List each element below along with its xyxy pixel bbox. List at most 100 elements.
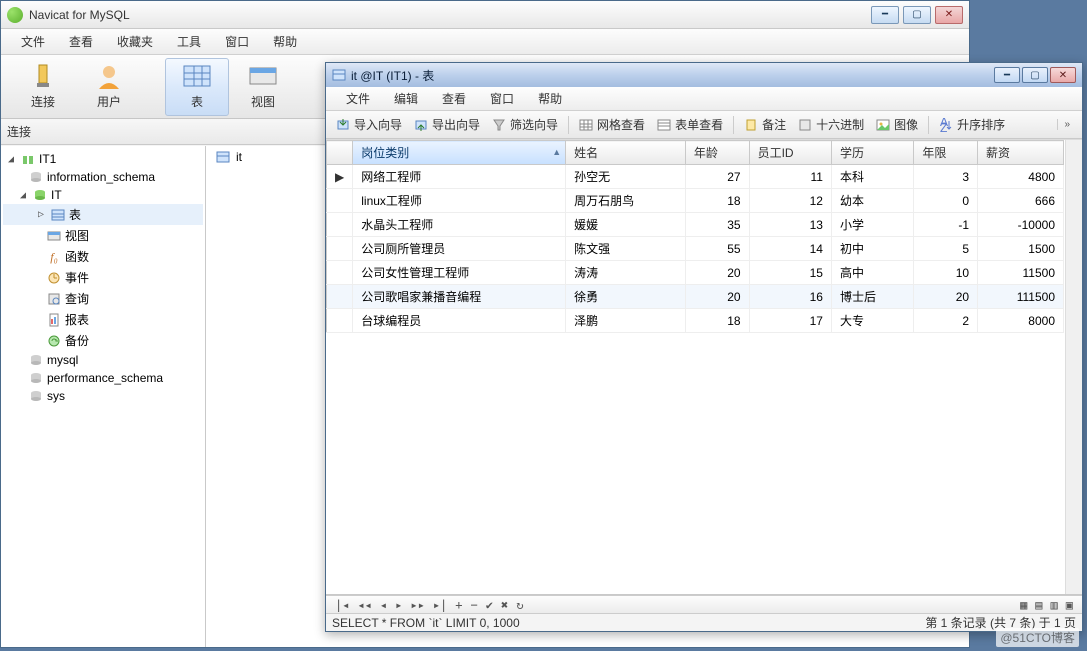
- tree-events[interactable]: 事件: [3, 267, 203, 288]
- cell[interactable]: 初中: [831, 237, 913, 261]
- cell[interactable]: -1: [914, 213, 978, 237]
- nav-prev[interactable]: ◂: [377, 598, 390, 612]
- cell[interactable]: -10000: [978, 213, 1064, 237]
- cell[interactable]: 小学: [831, 213, 913, 237]
- table-row[interactable]: linux工程师周万石朋鸟1812幼本0666: [327, 189, 1064, 213]
- child-titlebar[interactable]: it @IT (IT1) - 表 ━ ▢ ✕: [326, 63, 1082, 87]
- cell[interactable]: 14: [749, 237, 831, 261]
- tree-queries[interactable]: 查询: [3, 288, 203, 309]
- tree-db-info[interactable]: information_schema: [3, 168, 203, 186]
- cell[interactable]: 13: [749, 213, 831, 237]
- tree-functions[interactable]: f₀ 函数: [3, 246, 203, 267]
- column-header[interactable]: 年龄: [685, 141, 749, 165]
- cell[interactable]: 11500: [978, 261, 1064, 285]
- cell[interactable]: 媛媛: [566, 213, 686, 237]
- cell[interactable]: 公司厕所管理员: [353, 237, 566, 261]
- cell[interactable]: 0: [914, 189, 978, 213]
- nav-cancel[interactable]: ✖: [498, 598, 511, 612]
- tree-tables[interactable]: ▷ 表: [3, 204, 203, 225]
- cell[interactable]: 8000: [978, 309, 1064, 333]
- table-row[interactable]: 公司歌唱家兼播音编程徐勇2016博士后20111500: [327, 285, 1064, 309]
- cell[interactable]: 5: [914, 237, 978, 261]
- cell[interactable]: 27: [685, 165, 749, 189]
- menu-tools[interactable]: 工具: [167, 30, 211, 53]
- cell[interactable]: 111500: [978, 285, 1064, 309]
- cell[interactable]: 10: [914, 261, 978, 285]
- child-minimize-button[interactable]: ━: [994, 67, 1020, 83]
- nav-mode-4[interactable]: ▣: [1063, 598, 1076, 612]
- tree-root[interactable]: ◢ IT1: [3, 150, 203, 168]
- cell[interactable]: 高中: [831, 261, 913, 285]
- cell[interactable]: 11: [749, 165, 831, 189]
- column-header[interactable]: 员工ID: [749, 141, 831, 165]
- child-maximize-button[interactable]: ▢: [1022, 67, 1048, 83]
- nav-apply[interactable]: ✔: [483, 598, 496, 612]
- cell[interactable]: 15: [749, 261, 831, 285]
- column-header[interactable]: 姓名: [566, 141, 686, 165]
- hex-button[interactable]: 十六进制: [794, 114, 868, 135]
- cell[interactable]: 16: [749, 285, 831, 309]
- menu-file[interactable]: 文件: [11, 30, 55, 53]
- table-row[interactable]: 台球编程员泽鹏1817大专28000: [327, 309, 1064, 333]
- cell[interactable]: 公司女性管理工程师: [353, 261, 566, 285]
- cell[interactable]: 2: [914, 309, 978, 333]
- nav-add[interactable]: +: [452, 598, 465, 612]
- nav-mode-2[interactable]: ▤: [1032, 598, 1045, 612]
- cell[interactable]: 泽鹏: [566, 309, 686, 333]
- cell[interactable]: 徐勇: [566, 285, 686, 309]
- cell[interactable]: 台球编程员: [353, 309, 566, 333]
- cmenu-window[interactable]: 窗口: [480, 87, 524, 110]
- expand-icon[interactable]: ▷: [35, 209, 47, 221]
- cell[interactable]: 12: [749, 189, 831, 213]
- cell[interactable]: 水晶头工程师: [353, 213, 566, 237]
- tree-backups[interactable]: 备份: [3, 330, 203, 351]
- table-row[interactable]: 公司厕所管理员陈文强5514初中51500: [327, 237, 1064, 261]
- table-row[interactable]: 公司女性管理工程师涛涛2015高中1011500: [327, 261, 1064, 285]
- menu-help[interactable]: 帮助: [263, 30, 307, 53]
- tree-db-mysql[interactable]: mysql: [3, 351, 203, 369]
- cell[interactable]: 20: [914, 285, 978, 309]
- cell[interactable]: 666: [978, 189, 1064, 213]
- cell[interactable]: 17: [749, 309, 831, 333]
- cell[interactable]: 博士后: [831, 285, 913, 309]
- cell[interactable]: 20: [685, 285, 749, 309]
- cell[interactable]: 本科: [831, 165, 913, 189]
- table-row[interactable]: 水晶头工程师媛媛3513小学-1-10000: [327, 213, 1064, 237]
- memo-button[interactable]: 备注: [740, 114, 790, 135]
- column-header[interactable]: 岗位类别▲: [353, 141, 566, 165]
- nav-first[interactable]: |◂: [332, 598, 352, 612]
- column-header[interactable]: 薪资: [978, 141, 1064, 165]
- filter-wizard-button[interactable]: 筛选向导: [488, 114, 562, 135]
- cell[interactable]: 18: [685, 189, 749, 213]
- cmenu-edit[interactable]: 编辑: [384, 87, 428, 110]
- cell[interactable]: 55: [685, 237, 749, 261]
- toolbar-view[interactable]: 视图: [231, 58, 295, 116]
- minimize-button[interactable]: ━: [871, 6, 899, 24]
- cmenu-help[interactable]: 帮助: [528, 87, 572, 110]
- menu-fav[interactable]: 收藏夹: [107, 30, 163, 53]
- vertical-scrollbar[interactable]: [1065, 140, 1082, 594]
- cell[interactable]: 周万石朋鸟: [566, 189, 686, 213]
- export-wizard-button[interactable]: 导出向导: [410, 114, 484, 135]
- tree-views[interactable]: 视图: [3, 225, 203, 246]
- cell[interactable]: 幼本: [831, 189, 913, 213]
- cell[interactable]: 陈文强: [566, 237, 686, 261]
- form-view-button[interactable]: 表单查看: [653, 114, 727, 135]
- nav-refresh[interactable]: ↻: [513, 598, 526, 612]
- cell[interactable]: 3: [914, 165, 978, 189]
- toolbar-overflow[interactable]: »: [1057, 119, 1076, 130]
- cell[interactable]: 20: [685, 261, 749, 285]
- tree-db-perf[interactable]: performance_schema: [3, 369, 203, 387]
- main-titlebar[interactable]: Navicat for MySQL ━ ▢ ✕: [1, 1, 969, 29]
- nav-next[interactable]: ▸: [392, 598, 405, 612]
- close-button[interactable]: ✕: [935, 6, 963, 24]
- maximize-button[interactable]: ▢: [903, 6, 931, 24]
- cell[interactable]: 涛涛: [566, 261, 686, 285]
- image-button[interactable]: 图像: [872, 114, 922, 135]
- column-header[interactable]: 年限: [914, 141, 978, 165]
- tree-db-sys[interactable]: sys: [3, 387, 203, 405]
- nav-next-page[interactable]: ▸▸: [407, 598, 427, 612]
- cell[interactable]: 4800: [978, 165, 1064, 189]
- cell[interactable]: 18: [685, 309, 749, 333]
- nav-mode-1[interactable]: ▦: [1017, 598, 1030, 612]
